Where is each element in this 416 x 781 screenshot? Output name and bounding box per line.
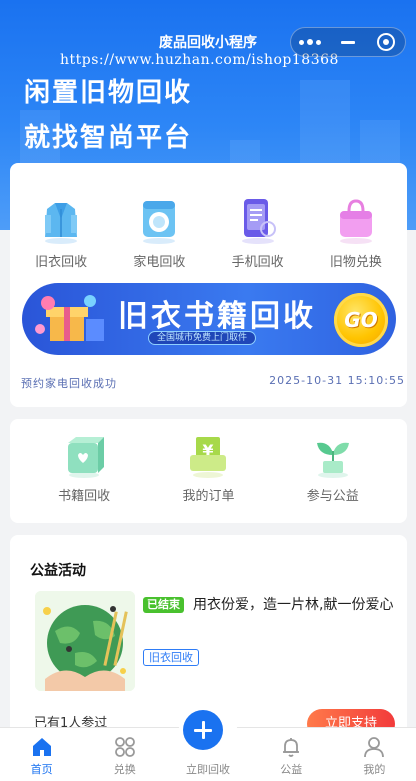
tab-label: 公益 bbox=[280, 763, 303, 776]
notice-text: 预约家电回收成功 bbox=[21, 377, 117, 390]
user-icon bbox=[363, 736, 385, 758]
activity-category-tag: 旧衣回收 bbox=[143, 649, 199, 666]
category-card: 旧衣回收 家电回收 手机回收 旧物兑换 旧衣书籍回收 全国城市免费上门取件 GO… bbox=[10, 163, 407, 407]
promo-banner[interactable]: 旧衣书籍回收 全国城市免费上门取件 GO bbox=[22, 283, 396, 355]
category-phone-recycle[interactable]: 手机回收 bbox=[213, 197, 303, 270]
service-label: 参与公益 bbox=[306, 489, 359, 504]
more-dots-icon bbox=[299, 39, 321, 45]
category-appliance-recycle[interactable]: 家电回收 bbox=[114, 197, 204, 270]
service-label: 我的订单 bbox=[182, 489, 235, 504]
mini-program-capsule bbox=[290, 27, 406, 57]
notice-time: 2025-10-31 15:10:55 bbox=[269, 374, 405, 387]
category-label: 旧物兑换 bbox=[329, 255, 382, 270]
category-label: 家电回收 bbox=[133, 255, 186, 270]
recycle-now-fab-wrapper bbox=[178, 705, 238, 765]
banner-subtitle: 全国城市免费上门取件 bbox=[148, 331, 257, 345]
hero-slogan-line2: 就找智尚平台 bbox=[24, 123, 193, 153]
service-book-recycle[interactable]: 书籍回收 bbox=[29, 435, 139, 504]
home-icon bbox=[31, 736, 53, 758]
tab-mine[interactable]: 我的 bbox=[333, 728, 416, 781]
category-label: 手机回收 bbox=[231, 255, 284, 270]
tab-label: 首页 bbox=[30, 763, 53, 776]
plus-icon[interactable] bbox=[183, 710, 223, 750]
close-program-button[interactable] bbox=[367, 28, 405, 56]
clothing-icon bbox=[37, 197, 85, 245]
tab-home[interactable]: 首页 bbox=[0, 728, 83, 781]
service-my-orders[interactable]: ¥ 我的订单 bbox=[153, 435, 263, 504]
banner-title: 旧衣书籍回收 bbox=[118, 299, 316, 334]
service-charity[interactable]: 参与公益 bbox=[278, 435, 388, 504]
minus-icon bbox=[341, 40, 355, 44]
target-circle-icon bbox=[377, 33, 395, 51]
order-yen-icon: ¥ bbox=[186, 435, 230, 479]
more-menu-button[interactable] bbox=[291, 28, 329, 56]
bell-icon bbox=[280, 736, 302, 758]
tab-label: 我的 bbox=[363, 763, 386, 776]
section-title: 公益活动 bbox=[30, 563, 86, 579]
category-item-exchange[interactable]: 旧物兑换 bbox=[311, 197, 401, 270]
tab-label: 兑换 bbox=[113, 763, 136, 776]
book-box-icon bbox=[62, 435, 106, 479]
category-label: 旧衣回收 bbox=[35, 255, 88, 270]
services-card: 书籍回收 ¥ 我的订单 参与公益 bbox=[10, 419, 407, 523]
exchange-icon bbox=[114, 736, 136, 758]
category-clothing-recycle[interactable]: 旧衣回收 bbox=[16, 197, 106, 270]
tab-charity[interactable]: 公益 bbox=[250, 728, 333, 781]
phone-icon bbox=[234, 197, 282, 245]
status-badge: 已结束 bbox=[143, 597, 184, 613]
go-button[interactable]: GO bbox=[334, 293, 388, 347]
activity-image[interactable] bbox=[35, 591, 135, 691]
minimize-button[interactable] bbox=[329, 28, 367, 56]
tab-exchange[interactable]: 兑换 bbox=[83, 728, 166, 781]
gift-box-illustration bbox=[30, 289, 114, 349]
shopping-bag-icon bbox=[332, 197, 380, 245]
sprout-icon bbox=[311, 435, 355, 479]
service-label: 书籍回收 bbox=[58, 489, 111, 504]
washing-machine-icon bbox=[135, 197, 183, 245]
hero-slogan-line1: 闲置旧物回收 bbox=[24, 78, 193, 108]
